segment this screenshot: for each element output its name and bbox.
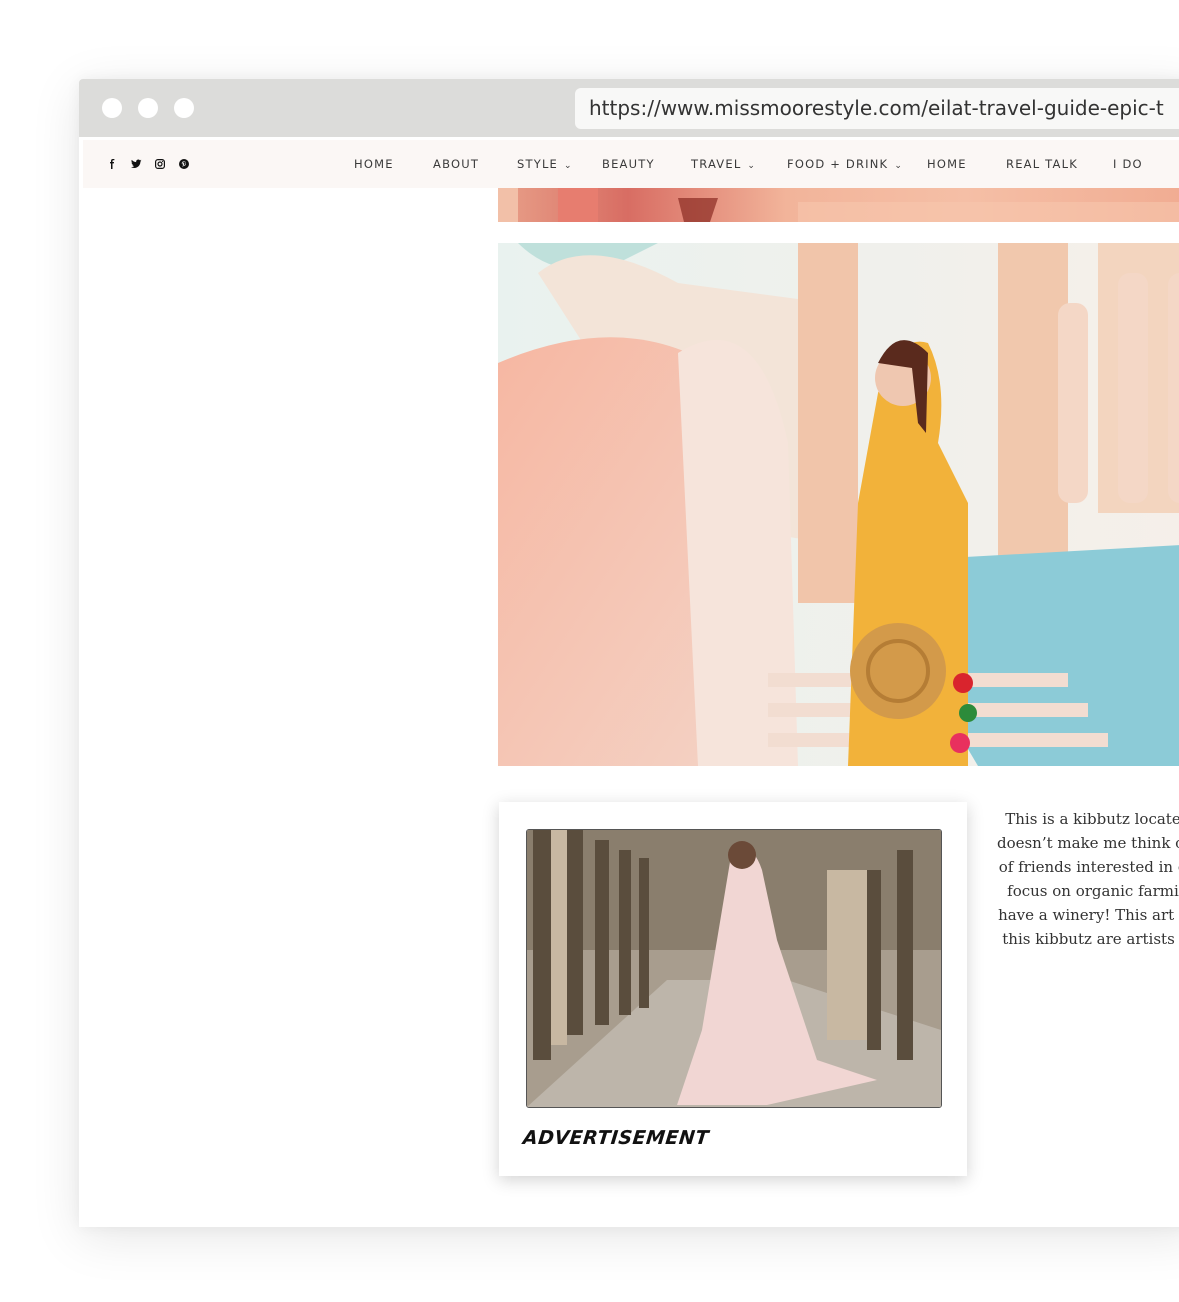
nav-item-label: FOOD + DRINK [787,157,889,171]
nav-item-beauty[interactable]: BEAUTY [602,140,655,188]
article-line: have a winery! This art cent [998,906,1179,924]
window-maximize-button[interactable] [174,98,194,118]
nav-item-label: I DO [1113,157,1143,171]
address-bar[interactable]: https://www.missmoorestyle.com/eilat-tra… [575,88,1179,129]
article-line: this kibbutz are artists and [1002,930,1179,948]
nav-item-home-2[interactable]: HOME [927,140,967,188]
page-content: ADVERTISEMENT This is a kibbutz locate d … [79,188,1179,1227]
nav-item-label: HOME [354,157,394,171]
nav-item-i-do[interactable]: I DO [1113,140,1143,188]
window-close-button[interactable] [102,98,122,118]
nav-item-home[interactable]: HOME [354,140,394,188]
article-photo-woman-staircase [498,243,1179,766]
chevron-down-icon: ⌄ [564,161,573,171]
browser-chrome: https://www.missmoorestyle.com/eilat-tra… [79,79,1179,137]
nav-item-about[interactable]: ABOUT [433,140,479,188]
article-photo-partial [498,188,1179,222]
article-paragraph: This is a kibbutz located n doesn’t make… [985,807,1179,951]
nav-item-style[interactable]: STYLE ⌄ [517,140,573,188]
nav-item-label: HOME [927,157,967,171]
site-navbar: HOME ABOUT STYLE ⌄ BEAUTY TRAVEL ⌄ FOOD + … [83,140,1179,188]
article-line: This is a kibbutz located n [1005,810,1179,828]
main-menu: HOME ABOUT STYLE ⌄ BEAUTY TRAVEL ⌄ FOOD + … [83,140,1179,188]
window-minimize-button[interactable] [138,98,158,118]
nav-item-label: REAL TALK [1006,157,1078,171]
nav-item-label: TRAVEL [691,157,742,171]
article-line: doesn’t make me think of ep [996,834,1179,852]
nav-item-label: BEAUTY [602,157,655,171]
nav-item-real-talk[interactable]: REAL TALK [1006,140,1078,188]
advertisement-image[interactable] [526,829,942,1108]
browser-window: https://www.missmoorestyle.com/eilat-tra… [79,79,1179,1227]
nav-item-label: ABOUT [433,157,480,171]
chevron-down-icon: ⌄ [894,161,904,171]
article-line: focus on organic farming, [1007,882,1179,900]
nav-item-label: STYLE [517,157,559,171]
advertisement-label: ADVERTISEMENT [521,1127,711,1149]
chevron-down-icon: ⌄ [747,161,757,171]
nav-item-travel[interactable]: TRAVEL ⌄ [691,140,756,188]
nav-item-food-drink[interactable]: FOOD + DRINK ⌄ [787,140,903,188]
article-line: of friends interested in crea [998,858,1179,876]
advertisement-card[interactable]: ADVERTISEMENT [499,802,967,1176]
